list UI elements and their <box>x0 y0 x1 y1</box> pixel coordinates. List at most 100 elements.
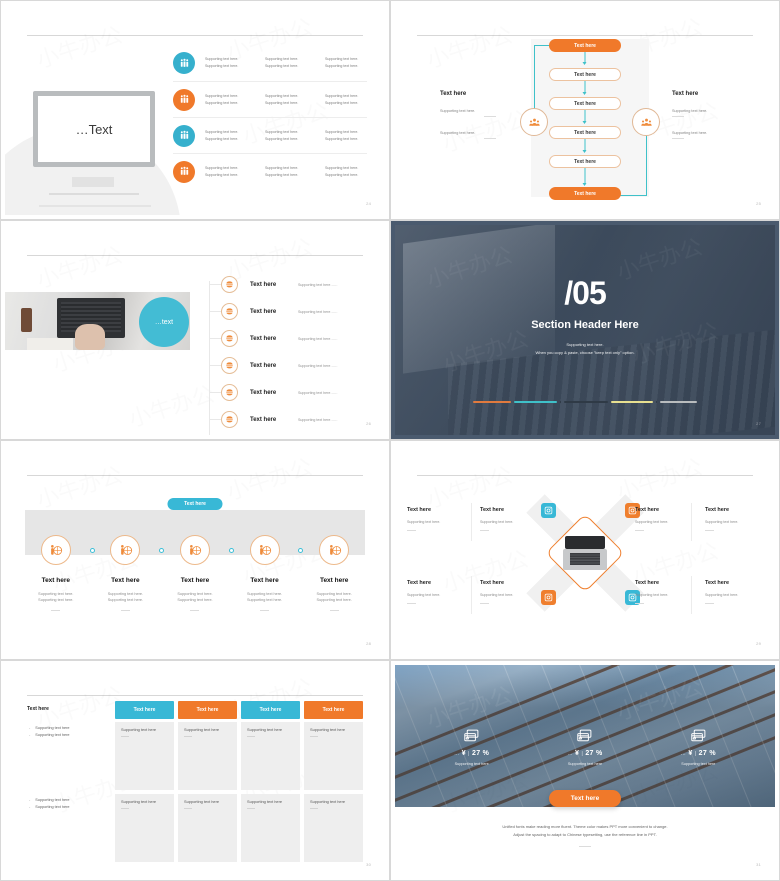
slide-table[interactable]: 小牛办公 小牛办公 小牛办公 小牛办公 Text here Text here … <box>0 660 390 881</box>
feature-item[interactable]: Text here Supporting text here. <box>480 507 542 531</box>
item-sub: Supporting text here…… <box>298 336 338 341</box>
monitor-text: …Text <box>75 121 113 137</box>
table-cell[interactable]: Supporting text here <box>304 794 363 862</box>
list-item[interactable]: Text here Supporting text here…… <box>209 379 338 406</box>
table-cell[interactable]: Supporting text here <box>178 722 237 790</box>
bullet-item: - Supporting text here <box>29 733 70 738</box>
table-cell[interactable]: Supporting text here <box>115 722 174 790</box>
column-header[interactable]: Text here <box>115 701 174 719</box>
stat-sub: Supporting text here <box>454 762 489 766</box>
progress-marker <box>559 400 562 403</box>
timeline-step[interactable]: Text here Supporting text here. Supportin… <box>160 535 234 611</box>
table-cell[interactable]: Supporting text here <box>115 794 174 862</box>
list-item[interactable]: Text here Supporting text here…… <box>209 325 338 352</box>
table-cell[interactable]: Supporting text here <box>178 794 237 862</box>
flow-node[interactable]: Text here <box>549 97 621 110</box>
feature-item[interactable]: Text here Supporting text here. <box>635 580 697 604</box>
right-support-2: Supporting text here. <box>672 131 708 135</box>
divider <box>190 609 200 611</box>
feature-sub: Supporting text here. <box>705 593 739 597</box>
slide-timeline[interactable]: 小牛办公 小牛办公 小牛办公 小牛办公 Text here Text here … <box>0 440 390 660</box>
burger-icon <box>221 276 238 293</box>
divider <box>51 609 61 611</box>
timeline-step[interactable]: Text here Supporting text here. Supportin… <box>91 535 165 611</box>
column-header[interactable]: Text here <box>241 701 300 719</box>
slide-diamond[interactable]: 小牛办公 小牛办公 小牛办公 小牛办公 Text here Suppor <box>390 440 780 660</box>
flow-arrow <box>582 110 587 124</box>
list-item[interactable]: Text here Supporting text here…… <box>209 298 338 325</box>
slide-device-list[interactable]: 小牛办公 小牛办公 小牛办公 小牛办公 …Text <box>0 0 390 220</box>
step-title: Text here <box>180 577 210 584</box>
stat-item[interactable]: … ¥ | 27 % Supporting text here <box>528 727 641 766</box>
slide-photo-list[interactable]: 小牛办公 小牛办公 小牛办公 小牛办公 …text <box>0 220 390 440</box>
table-row[interactable]: Supporting text here Supporting text her… <box>115 794 363 862</box>
flow-node[interactable]: Text here <box>549 39 621 52</box>
cta-button[interactable]: Text here <box>549 790 621 807</box>
divider <box>672 116 684 117</box>
table-cell[interactable]: Supporting text here <box>304 722 363 790</box>
camera-icon <box>541 590 556 605</box>
feature-sub: Supporting text here. <box>407 520 441 524</box>
stat-item[interactable]: … ¥ | 27 % Supporting text here <box>642 727 755 766</box>
table-row[interactable]: Supporting text here Supporting text her… <box>115 722 363 790</box>
divider <box>329 609 339 611</box>
stat-group: … ¥ | 27 % Supporting text here … ¥ | 27… <box>415 727 755 766</box>
table-cell[interactable]: Supporting text here <box>241 722 300 790</box>
credit-card-icon <box>528 727 641 745</box>
timeline-pill[interactable]: Text here <box>167 498 223 510</box>
page-number: 24 <box>366 201 371 206</box>
page-number: 25 <box>756 201 761 206</box>
monitor-screen: …Text <box>33 91 155 167</box>
flow-node[interactable]: Text here <box>549 155 621 168</box>
users-icon <box>520 108 548 136</box>
notepad <box>27 338 73 350</box>
flow-node[interactable]: Text here <box>549 126 621 139</box>
monitor-stand <box>72 177 114 187</box>
stat-value: … ¥ | 27 % <box>454 750 490 757</box>
stat-sub: Supporting text here <box>567 762 603 766</box>
flow-node[interactable]: Text here <box>549 68 621 81</box>
timeline-step[interactable]: Text here Supporting text here. Supportin… <box>299 535 369 611</box>
divider <box>635 530 644 531</box>
list-item[interactable]: Supporting text here. Supporting text her… <box>173 81 367 117</box>
cell-text: Supporting text here. Supporting text her… <box>325 57 359 68</box>
timeline-step[interactable]: Text here Supporting text here. Supportin… <box>230 535 304 611</box>
list-item[interactable]: Text here Supporting text here…… <box>209 406 338 433</box>
feature-item[interactable]: Text here Supporting text here. <box>407 580 469 604</box>
feature-item[interactable]: Text here Supporting text here. <box>407 507 469 531</box>
stat-sub: Supporting text here <box>681 762 716 766</box>
feature-item[interactable]: Text here Supporting text here. <box>705 507 767 531</box>
highlight-circle[interactable]: …text <box>139 297 189 347</box>
list-item[interactable]: Supporting text here. Supporting text her… <box>173 117 367 153</box>
cell-text: Supporting text here. Supporting text her… <box>325 93 359 105</box>
slide-section-header[interactable]: 小牛办公 小牛办公 小牛办公 小牛办公 /05 Section Header H… <box>390 220 780 440</box>
table-cell[interactable]: Supporting text here <box>241 794 300 862</box>
feature-item[interactable]: Text here Supporting text here. <box>480 580 542 604</box>
page-number: 26 <box>366 421 371 426</box>
slide-flowchart[interactable]: 小牛办公 小牛办公 小牛办公 小牛办公 Text here Text here … <box>390 0 780 220</box>
stat-value: … ¥ | 27 % <box>680 750 716 757</box>
feature-item[interactable]: Text here Supporting text here. <box>705 580 767 604</box>
bullet-item: - Supporting text here <box>29 798 70 802</box>
list-item[interactable]: Supporting text here. Supporting text her… <box>173 45 367 81</box>
header-rule <box>417 475 753 476</box>
list-item[interactable]: Text here Supporting text here…… <box>209 271 338 298</box>
column-header[interactable]: Text here <box>304 701 363 719</box>
step-sub: Supporting text here. Supporting text her… <box>177 592 213 603</box>
page-number: 30 <box>366 862 371 867</box>
right-title: Text here <box>672 91 699 97</box>
list-item[interactable]: Text here Supporting text here…… <box>209 352 338 379</box>
stat-item[interactable]: … ¥ | 27 % Supporting text here <box>415 727 528 766</box>
timeline-step[interactable]: Text here Supporting text here. Supportin… <box>21 535 95 611</box>
feature-title: Text here <box>705 507 730 513</box>
section-sub-1: Supporting text here. <box>566 342 604 347</box>
divider <box>635 603 644 604</box>
header-rule <box>417 35 753 36</box>
header-rule <box>27 695 363 696</box>
step-sub: Supporting text here. Supporting text her… <box>38 592 74 603</box>
list-item[interactable]: Supporting text here. Supporting text her… <box>173 153 367 189</box>
feature-item[interactable]: Text here Supporting text here. <box>635 507 697 531</box>
flow-node[interactable]: Text here <box>549 187 621 200</box>
column-header[interactable]: Text here <box>178 701 237 719</box>
slide-stats[interactable]: 小牛办公 小牛办公 小牛办公 小牛办公 … ¥ | 27 % <box>390 660 780 881</box>
